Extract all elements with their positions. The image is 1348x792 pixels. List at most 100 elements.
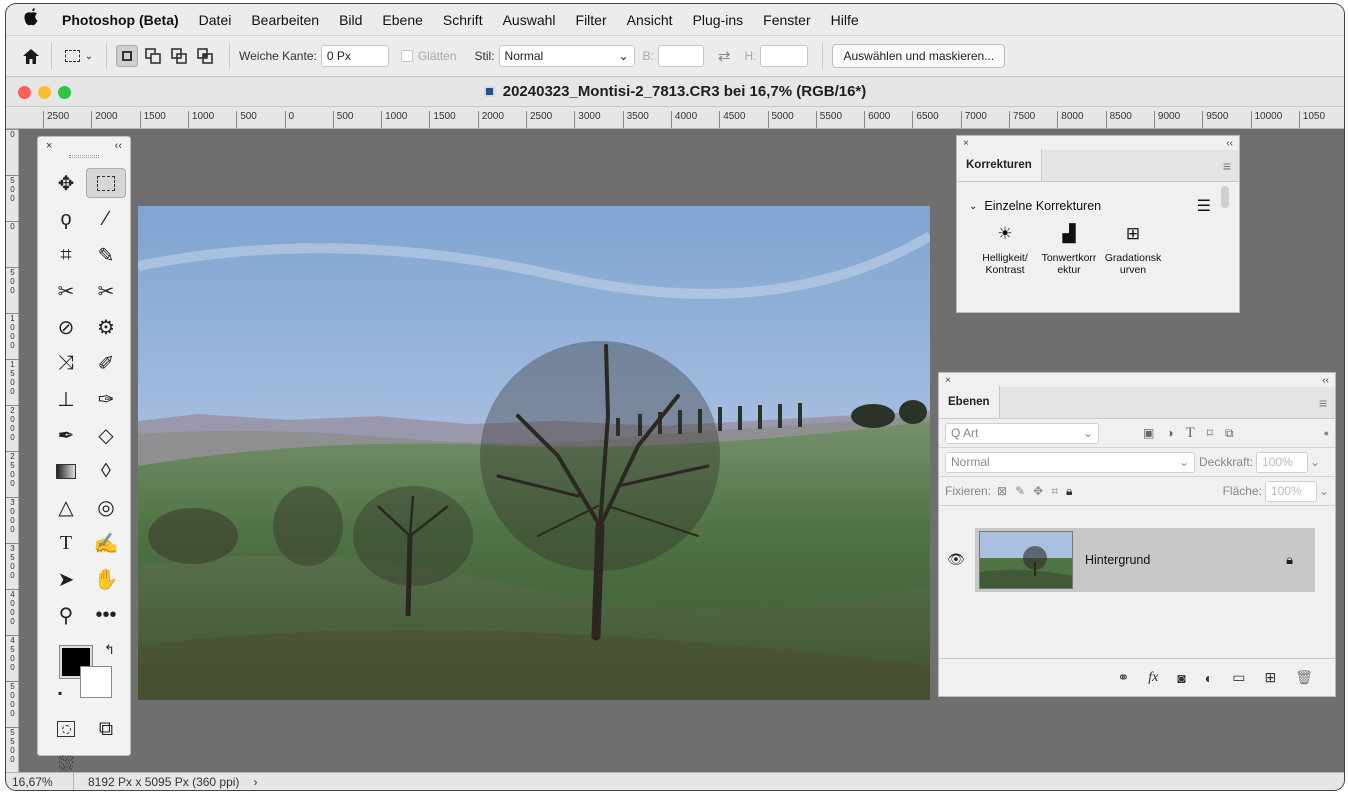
layer-filter-search[interactable]: Q Art ⌄: [945, 422, 1099, 444]
add-selection-icon[interactable]: [142, 45, 164, 67]
menu-bild[interactable]: Bild: [329, 12, 372, 28]
list-view-icon[interactable]: ☰: [1197, 196, 1211, 216]
canvas-image[interactable]: [138, 206, 930, 700]
subtract-selection-icon[interactable]: [168, 45, 190, 67]
adjustments-collapse-icon[interactable]: ‹‹: [1226, 138, 1233, 149]
filter-adjustment-icon[interactable]: ◑: [1166, 426, 1173, 440]
filter-smart-object-icon[interactable]: ⧉: [1225, 426, 1234, 441]
healing-brush-tool-icon[interactable]: ⊘: [46, 312, 86, 342]
antialias-checkbox[interactable]: [400, 50, 413, 62]
new-layer-icon[interactable]: ⊞: [1264, 669, 1276, 686]
magic-wand-tool-icon[interactable]: ⁄: [86, 204, 126, 234]
fill-chevron-icon[interactable]: ⌄: [1319, 484, 1329, 498]
soft-edge-field[interactable]: 0 Px: [320, 45, 389, 67]
opacity-field[interactable]: 100%: [1256, 451, 1309, 473]
intersect-selection-icon[interactable]: [194, 45, 216, 67]
filter-shape-icon[interactable]: ⌑: [1207, 426, 1213, 440]
patch-tool-icon[interactable]: ⚙: [86, 312, 126, 342]
menu-plugins[interactable]: Plug-ins: [683, 12, 754, 28]
vertical-ruler[interactable]: 0 5 0 0 0 5 0 0 1 0 0 0 1 5 0 0 2 0 0 0 2 5 0 0…: [6, 129, 19, 772]
lock-transparency-icon[interactable]: ⊠: [997, 484, 1007, 498]
new-selection-icon[interactable]: [116, 45, 138, 67]
minimize-window-button[interactable]: [38, 86, 51, 99]
swap-dimensions-icon[interactable]: ⇄: [718, 47, 731, 65]
maximize-window-button[interactable]: [58, 86, 71, 99]
single-adjustments-label[interactable]: Einzelne Korrekturen: [984, 199, 1101, 213]
menu-filter[interactable]: Filter: [566, 12, 617, 28]
lock-all-icon[interactable]: 🔒︎: [1066, 484, 1072, 499]
filter-type-icon[interactable]: T: [1186, 425, 1195, 442]
menu-ansicht[interactable]: Ansicht: [617, 12, 683, 28]
fill-field[interactable]: 100%: [1264, 480, 1317, 502]
path-selection-tool-icon[interactable]: ➤: [46, 564, 86, 594]
brush-tool-icon[interactable]: ✐: [86, 348, 126, 378]
remove-tool-icon[interactable]: ✂: [86, 276, 126, 306]
menu-bearbeiten[interactable]: Bearbeiten: [241, 12, 329, 28]
ruler-corner[interactable]: [6, 107, 38, 129]
zoom-tool-icon[interactable]: ⚲: [46, 600, 86, 630]
more-tools-icon[interactable]: •••: [86, 600, 126, 630]
background-color-swatch[interactable]: [80, 666, 112, 698]
add-mask-icon[interactable]: ◙: [1177, 670, 1185, 686]
pen-tool-icon[interactable]: ✍: [86, 528, 126, 558]
tools-collapse-icon[interactable]: ‹‹: [115, 140, 122, 152]
eyedropper-tool-icon[interactable]: ✎: [86, 240, 126, 270]
home-icon[interactable]: [20, 45, 42, 67]
horizontal-ruler[interactable]: 2500 2000 1500 1000 500 0 500 1000 1500 2000 2500 3…: [38, 107, 1344, 129]
tools-close-icon[interactable]: ×: [46, 140, 52, 152]
adjustments-close-icon[interactable]: ×: [963, 138, 969, 149]
panel-menu-icon[interactable]: ≡: [1223, 158, 1231, 174]
layer-lock-icon[interactable]: 🔒︎: [1286, 552, 1293, 568]
tab-korrekturen[interactable]: Korrekturen: [957, 149, 1042, 181]
lock-artboard-icon[interactable]: ⌗: [1051, 484, 1058, 499]
marquee-preset-icon[interactable]: ⌄: [61, 45, 97, 67]
screen-mode-icon[interactable]: ⧉: [86, 714, 126, 744]
opacity-chevron-icon[interactable]: ⌄: [1310, 455, 1320, 469]
menu-schrift[interactable]: Schrift: [433, 12, 493, 28]
select-and-mask-button[interactable]: Auswählen und maskieren...: [832, 44, 1006, 68]
layers-close-icon[interactable]: ×: [945, 375, 951, 386]
curves-button[interactable]: ⊞ Gradationsk urven: [1101, 225, 1165, 276]
lock-position-icon[interactable]: ✥: [1033, 484, 1043, 498]
layers-panel-menu-icon[interactable]: ≡: [1319, 395, 1327, 411]
link-layers-icon[interactable]: ⚭: [1117, 669, 1129, 686]
eraser-tool-icon[interactable]: ◇: [86, 420, 126, 450]
art-history-brush-icon[interactable]: ✒: [46, 420, 86, 450]
menu-hilfe[interactable]: Hilfe: [821, 12, 869, 28]
height-field[interactable]: [760, 45, 809, 67]
blend-mode-select[interactable]: Normal ⌄: [945, 451, 1195, 473]
adjustments-scrollbar[interactable]: [1221, 186, 1229, 208]
status-menu-arrow[interactable]: ›: [239, 775, 257, 789]
crop-tool-icon[interactable]: ⌗: [46, 240, 86, 270]
gradient-tool-icon[interactable]: [46, 456, 86, 486]
content-aware-move-icon[interactable]: ⤨: [46, 348, 86, 378]
visibility-eye-icon[interactable]: 👁︎: [947, 551, 965, 568]
dodge-tool-icon[interactable]: ◎: [86, 492, 126, 522]
new-adjustment-layer-icon[interactable]: ◐: [1205, 670, 1213, 686]
menu-ebene[interactable]: Ebene: [372, 12, 432, 28]
rect-marquee-tool-icon[interactable]: [86, 168, 126, 198]
move-tool-icon[interactable]: ✥: [46, 168, 86, 198]
default-colors-icon[interactable]: ▪: [58, 686, 62, 700]
close-window-button[interactable]: [18, 86, 31, 99]
filter-toggle-icon[interactable]: ●: [1324, 428, 1329, 438]
menu-auswahl[interactable]: Auswahl: [493, 12, 566, 28]
menu-app-name[interactable]: Photoshop (Beta): [56, 12, 189, 28]
apple-icon[interactable]: [6, 8, 56, 31]
type-tool-icon[interactable]: T: [46, 528, 86, 558]
blur-tool-icon[interactable]: ◊: [86, 456, 126, 486]
section-chevron-icon[interactable]: ⌄: [969, 201, 977, 212]
style-select[interactable]: Normal ⌄: [498, 45, 635, 67]
layer-name[interactable]: Hintergrund: [1085, 553, 1150, 567]
width-field[interactable]: [657, 45, 704, 67]
tools-grip[interactable]: [69, 155, 99, 158]
lock-pixels-icon[interactable]: ✎: [1015, 484, 1025, 498]
triangle-tool-icon[interactable]: △: [46, 492, 86, 522]
hand-tool-icon[interactable]: ✋: [86, 564, 126, 594]
brightness-contrast-button[interactable]: ☀ Helligkeit/ Kontrast: [973, 225, 1037, 276]
trash-icon[interactable]: 🗑︎: [1295, 669, 1313, 686]
swap-colors-icon[interactable]: ↰: [104, 642, 115, 658]
levels-button[interactable]: ▟ Tonwertkorr ektur: [1037, 225, 1101, 276]
clone-stamp-tool-icon[interactable]: ⊥: [46, 384, 86, 414]
history-brush-tool-icon[interactable]: ✑: [86, 384, 126, 414]
